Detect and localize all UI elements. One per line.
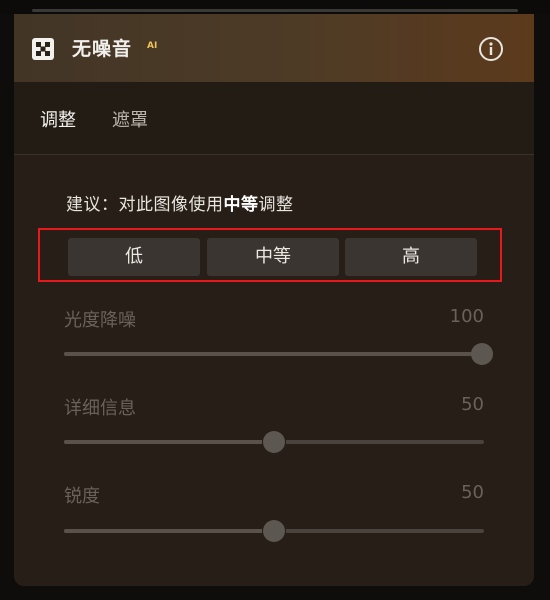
sharpness-value: 50 [461, 482, 484, 503]
slider-thumb[interactable] [471, 343, 493, 365]
suggestion-prefix: 建议：对此图像使用 [66, 195, 224, 215]
slider-fill [64, 529, 274, 533]
info-icon[interactable] [478, 36, 504, 62]
tab-bar: 调整 遮罩 [14, 82, 534, 155]
detail-slider[interactable] [64, 431, 484, 453]
panel-header[interactable]: 无噪音 AI [14, 14, 534, 82]
level-medium-button[interactable]: 中等 [207, 238, 339, 276]
detail-label: 详细信息 [64, 398, 136, 419]
slider-thumb[interactable] [263, 431, 285, 453]
level-low-button[interactable]: 低 [68, 238, 200, 276]
suggestion-text: 建议：对此图像使用中等调整 [66, 190, 294, 215]
luminance-noise-value: 100 [449, 306, 484, 327]
noise-panel: 无噪音 AI 调整 遮罩 建议：对此图像使用中等调整 低 中等 高 光度降噪 1… [14, 14, 534, 586]
tab-mask[interactable]: 遮罩 [112, 106, 148, 132]
sharpness-label: 锐度 [64, 486, 100, 507]
tab-adjust[interactable]: 调整 [40, 106, 76, 132]
suggestion-highlight: 中等 [223, 195, 259, 215]
slider-thumb[interactable] [263, 520, 285, 542]
sharpness-slider[interactable] [64, 520, 484, 542]
luminance-noise-slider[interactable] [64, 343, 493, 365]
ai-badge: AI [147, 41, 158, 51]
luminance-noise-label: 光度降噪 [64, 310, 136, 331]
detail-value: 50 [461, 394, 484, 415]
noise-logo-icon [32, 38, 54, 60]
slider-fill [64, 440, 274, 444]
top-strip [0, 0, 550, 14]
suggestion-suffix: 调整 [258, 195, 294, 215]
slider-fill [64, 352, 484, 356]
level-high-button[interactable]: 高 [345, 238, 477, 276]
panel-title: 无噪音 [72, 38, 133, 60]
top-divider [32, 9, 518, 12]
